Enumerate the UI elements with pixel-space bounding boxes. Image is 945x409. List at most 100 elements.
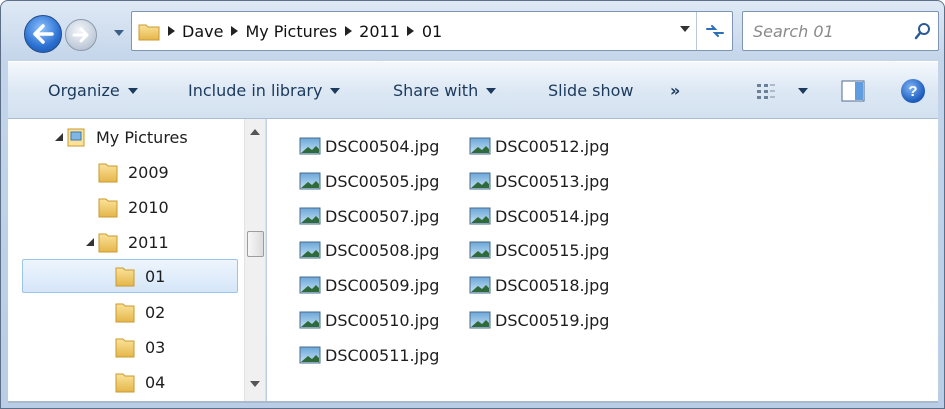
image-file-icon bbox=[469, 241, 491, 259]
organize-label: Organize bbox=[48, 81, 120, 100]
breadcrumb-item[interactable]: My Pictures bbox=[245, 22, 337, 41]
folder-icon bbox=[115, 267, 135, 287]
image-file-icon bbox=[299, 276, 321, 294]
views-dropdown-icon[interactable] bbox=[798, 88, 808, 95]
caret-down-icon bbox=[127, 87, 138, 94]
breadcrumb-arrow-icon[interactable] bbox=[400, 26, 422, 36]
include-in-library-button[interactable]: Include in library bbox=[188, 81, 341, 100]
file-item[interactable]: DSC00519.jpg bbox=[469, 307, 609, 333]
folder-icon bbox=[98, 233, 118, 253]
file-item[interactable]: DSC00507.jpg bbox=[299, 203, 439, 229]
tree-item-label: 04 bbox=[145, 372, 166, 392]
search-icon[interactable] bbox=[914, 22, 932, 40]
file-name: DSC00512.jpg bbox=[495, 136, 610, 156]
more-commands-button[interactable]: » bbox=[670, 81, 680, 100]
image-file-icon bbox=[299, 172, 321, 190]
address-dropdown-button[interactable] bbox=[678, 26, 692, 38]
slide-show-button[interactable]: Slide show bbox=[548, 81, 633, 100]
folder-icon bbox=[115, 303, 135, 323]
tree-item-2011[interactable]: 2011 bbox=[86, 225, 169, 259]
preview-pane-icon[interactable] bbox=[841, 80, 865, 102]
expanded-arrow-icon[interactable] bbox=[85, 237, 95, 247]
navigation-scrollbar[interactable] bbox=[244, 119, 265, 401]
change-view-icon[interactable] bbox=[756, 82, 776, 100]
file-item[interactable]: DSC00510.jpg bbox=[299, 307, 439, 333]
tree-item-label: 2010 bbox=[128, 197, 169, 217]
back-arrow-icon bbox=[33, 24, 54, 44]
folder-icon bbox=[138, 24, 160, 41]
navigation-pane: My Pictures 2009 2010 2011 01 02 03 04 bbox=[8, 119, 266, 401]
window-bottom-border bbox=[8, 401, 938, 403]
folder-icon bbox=[98, 163, 118, 183]
pictures-library-icon bbox=[67, 128, 85, 147]
tree-item-my-pictures[interactable]: My Pictures bbox=[55, 120, 188, 154]
refresh-button[interactable] bbox=[696, 12, 732, 50]
tree-item-04[interactable]: 04 bbox=[115, 365, 165, 399]
file-name: DSC00508.jpg bbox=[325, 240, 440, 260]
file-item[interactable]: DSC00505.jpg bbox=[299, 168, 439, 194]
file-name: DSC00513.jpg bbox=[495, 171, 610, 191]
tree-item-01[interactable]: 01 bbox=[22, 259, 238, 293]
back-button[interactable] bbox=[24, 15, 62, 53]
file-name: DSC00507.jpg bbox=[325, 206, 440, 226]
file-item[interactable]: DSC00513.jpg bbox=[469, 168, 609, 194]
file-item[interactable]: DSC00508.jpg bbox=[299, 237, 439, 263]
file-name: DSC00510.jpg bbox=[325, 310, 440, 330]
search-input[interactable] bbox=[753, 21, 913, 41]
tree-item-03[interactable]: 03 bbox=[115, 330, 165, 364]
tree-item-02[interactable]: 02 bbox=[115, 295, 165, 329]
tree-item-2010[interactable]: 2010 bbox=[98, 190, 169, 224]
breadcrumb-item[interactable]: 2011 bbox=[359, 22, 400, 41]
image-file-icon bbox=[469, 276, 491, 294]
file-item[interactable]: DSC00514.jpg bbox=[469, 203, 609, 229]
breadcrumb-item[interactable]: 01 bbox=[422, 22, 442, 41]
help-icon[interactable]: ? bbox=[901, 79, 925, 103]
file-name: DSC00518.jpg bbox=[495, 275, 610, 295]
address-bar[interactable]: Dave My Pictures 2011 01 bbox=[131, 11, 733, 51]
scroll-thumb[interactable] bbox=[247, 231, 264, 257]
breadcrumb: Dave My Pictures 2011 01 bbox=[160, 22, 442, 41]
image-file-icon bbox=[299, 241, 321, 259]
tree-item-2009[interactable]: 2009 bbox=[98, 155, 169, 189]
image-file-icon bbox=[299, 346, 321, 364]
tree-item-label: My Pictures bbox=[96, 127, 188, 147]
file-item[interactable]: DSC00515.jpg bbox=[469, 237, 609, 263]
share-with-label: Share with bbox=[393, 81, 479, 100]
breadcrumb-arrow-icon[interactable] bbox=[337, 26, 359, 36]
image-file-icon bbox=[469, 207, 491, 225]
expanded-arrow-icon[interactable] bbox=[54, 132, 64, 142]
refresh-icon bbox=[705, 25, 724, 37]
image-file-icon bbox=[299, 137, 321, 155]
caret-down-icon bbox=[486, 87, 497, 94]
file-list: DSC00504.jpg DSC00505.jpg DSC00507.jpg D… bbox=[267, 119, 938, 401]
folder-icon bbox=[98, 198, 118, 218]
recent-pages-button[interactable] bbox=[111, 23, 127, 43]
file-item[interactable]: DSC00511.jpg bbox=[299, 342, 439, 368]
file-item[interactable]: DSC00504.jpg bbox=[299, 133, 439, 159]
share-with-button[interactable]: Share with bbox=[393, 81, 497, 100]
scroll-down-arrow-icon[interactable] bbox=[250, 381, 260, 388]
file-name: DSC00504.jpg bbox=[325, 136, 440, 156]
tree-item-label: 2009 bbox=[128, 162, 169, 182]
chevron-down-icon bbox=[680, 26, 690, 32]
file-name: DSC00514.jpg bbox=[495, 206, 610, 226]
slide-show-label: Slide show bbox=[548, 81, 634, 100]
more-commands-label: » bbox=[670, 81, 681, 100]
scroll-up-arrow-icon[interactable] bbox=[250, 129, 260, 136]
image-file-icon bbox=[469, 311, 491, 329]
caret-down-icon bbox=[330, 87, 341, 94]
file-item[interactable]: DSC00518.jpg bbox=[469, 272, 609, 298]
file-name: DSC00515.jpg bbox=[495, 240, 610, 260]
file-name: DSC00509.jpg bbox=[325, 275, 440, 295]
breadcrumb-arrow-icon[interactable] bbox=[160, 26, 182, 36]
tree-item-label: 03 bbox=[145, 337, 166, 357]
organize-button[interactable]: Organize bbox=[48, 81, 138, 100]
breadcrumb-item[interactable]: Dave bbox=[182, 22, 223, 41]
search-box bbox=[742, 11, 939, 51]
explorer-window: Dave My Pictures 2011 01 Search 01 Organ… bbox=[0, 0, 945, 409]
file-item[interactable]: DSC00509.jpg bbox=[299, 272, 439, 298]
file-item[interactable]: DSC00512.jpg bbox=[469, 133, 609, 159]
forward-button[interactable] bbox=[65, 19, 97, 51]
breadcrumb-arrow-icon[interactable] bbox=[223, 26, 245, 36]
file-name: DSC00511.jpg bbox=[325, 345, 440, 365]
